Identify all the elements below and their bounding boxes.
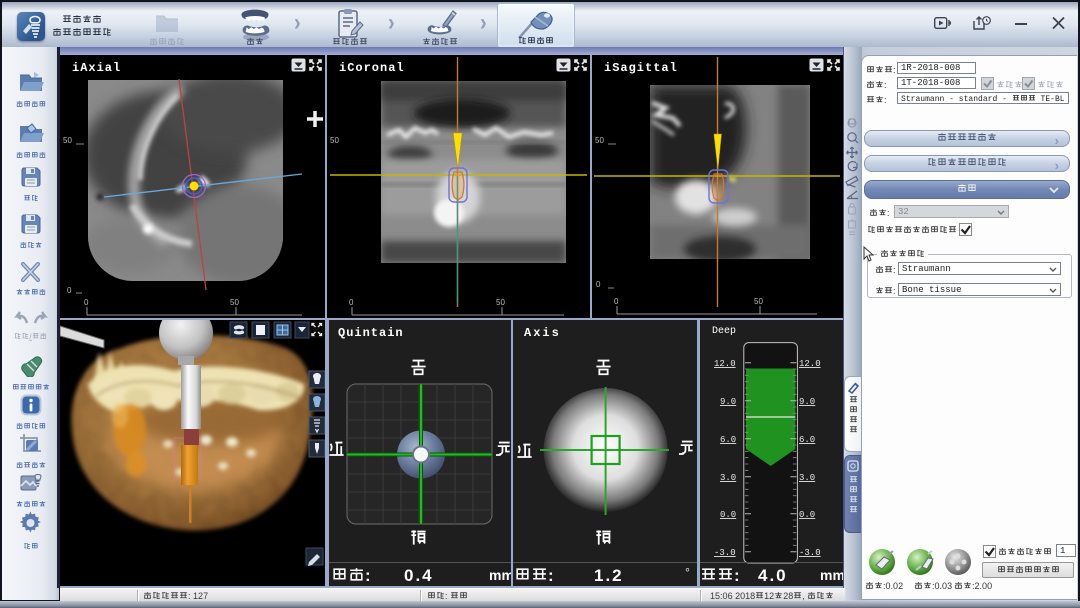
svg-text:-3.0: -3.0 (799, 548, 821, 558)
svg-text:6.0: 6.0 (799, 435, 815, 445)
svg-text:6.0: 6.0 (720, 435, 736, 445)
svg-text:50: 50 (330, 136, 339, 145)
svg-text:3.0: 3.0 (799, 473, 815, 483)
svg-text:0: 0 (349, 298, 354, 307)
svg-text:50: 50 (230, 298, 239, 307)
svg-text:0: 0 (614, 297, 619, 306)
svg-text:12.0: 12.0 (799, 359, 821, 369)
svg-text:0.0: 0.0 (799, 510, 815, 520)
svg-text:50: 50 (754, 297, 763, 306)
svg-text:0: 0 (67, 286, 72, 295)
svg-text:0: 0 (596, 280, 601, 289)
svg-text:50: 50 (496, 298, 505, 307)
svg-text:9.0: 9.0 (720, 397, 736, 407)
svg-text:50: 50 (595, 136, 604, 145)
svg-text:50: 50 (63, 136, 72, 145)
svg-text:0.0: 0.0 (720, 510, 736, 520)
svg-text:9.0: 9.0 (799, 397, 815, 407)
svg-text:12.0: 12.0 (714, 359, 736, 369)
svg-text:3.0: 3.0 (720, 473, 736, 483)
svg-text:-3.0: -3.0 (714, 548, 736, 558)
svg-text:0: 0 (84, 298, 89, 307)
